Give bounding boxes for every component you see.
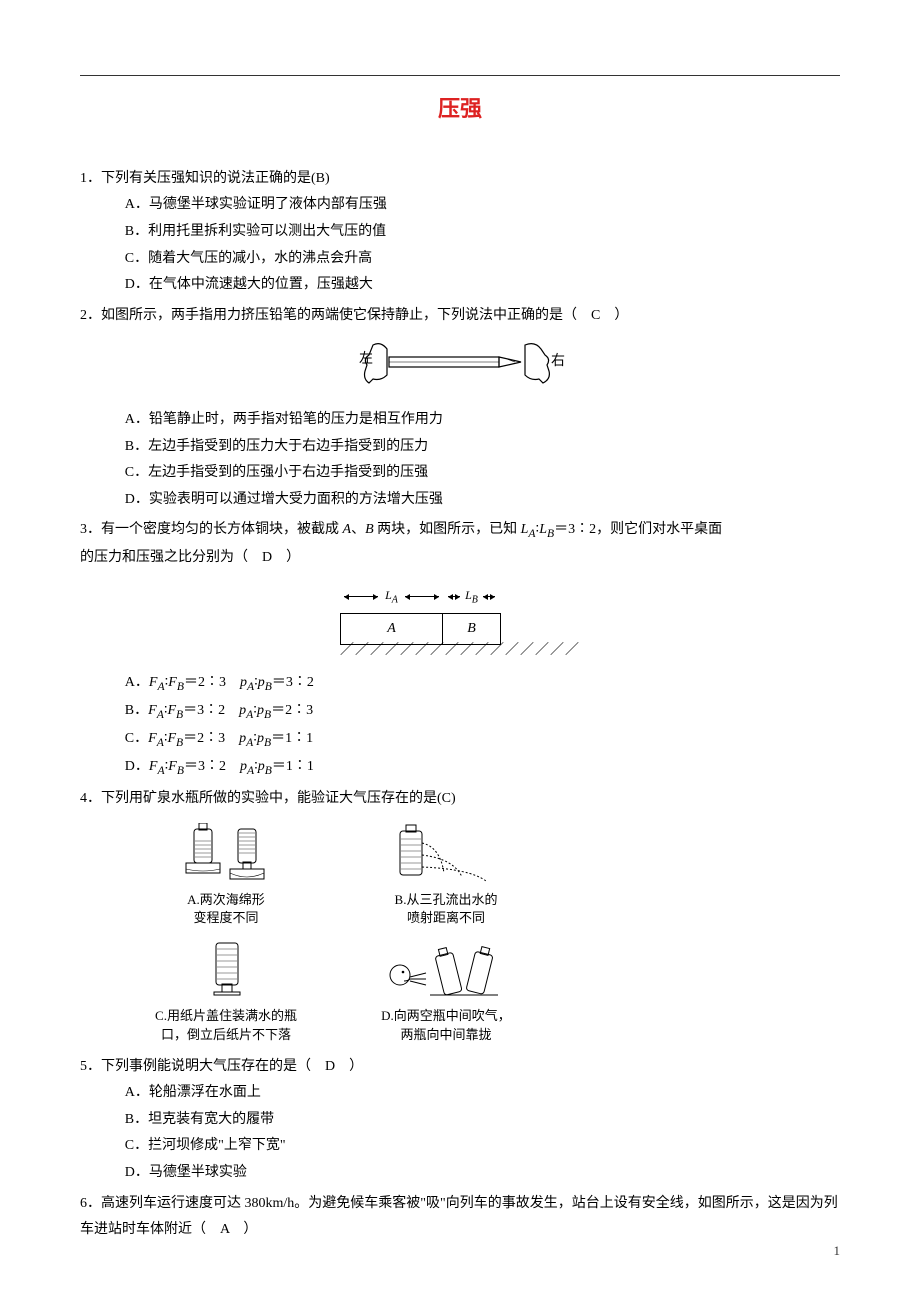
q2-option-a: A．铅笔静止时，两手指对铅笔的压力是相互作用力 [125, 407, 840, 434]
q3-stem-b: 、 [351, 522, 365, 537]
q1-option-c: C．随着大气压的减小，水的沸点会升高 [125, 246, 840, 273]
q1-option-b: B．利用托里拆利实验可以测出大气压的值 [125, 219, 840, 246]
document-title: 压强 [80, 88, 840, 130]
q3-stem-a: 3．有一个密度均匀的长方体铜块，被截成 [80, 522, 343, 537]
q5-stem: 5．下列事例能说明大气压存在的是（ D ） [80, 1054, 840, 1081]
q2-options: A．铅笔静止时，两手指对铅笔的压力是相互作用力 B．左边手指受到的压力大于右边手… [80, 407, 840, 513]
question-1: 1．下列有关压强知识的说法正确的是(B) A．马德堡半球实验证明了液体内部有压强… [80, 166, 840, 299]
three-hole-bottle-icon [386, 823, 506, 885]
q6-stem: 6．高速列车运行速度可达 380km/h。为避免候车乘客被"吸"向列车的事故发生… [80, 1191, 840, 1244]
left-label: 左 [359, 351, 373, 367]
q3-option-b: B．FA∶FB＝3∶2 pA∶pB＝2∶3 [80, 698, 840, 726]
q2-option-b: B．左边手指受到的压力大于右边手指受到的压力 [125, 434, 840, 461]
block-a-cell: A [341, 613, 443, 644]
q4-exp-b: B.从三孔流出水的 喷射距离不同 [346, 823, 546, 927]
sponge-bottle-icon [176, 823, 276, 885]
q5-option-a: A．轮船漂浮在水面上 [125, 1080, 840, 1107]
page: 压强 1．下列有关压强知识的说法正确的是(B) A．马德堡半球实验证明了液体内部… [0, 0, 920, 1288]
q5-option-d: D．马德堡半球实验 [125, 1160, 840, 1187]
q3-figure: LA LB A [80, 578, 840, 665]
q4-cap-a2: 变程度不同 [126, 909, 326, 927]
q5-option-b: B．坦克装有宽大的履带 [125, 1107, 840, 1134]
q4-exp-d: D.向两空瓶中间吹气， 两瓶向中间靠拢 [346, 939, 546, 1043]
q2-figure: 左 右 [80, 335, 840, 401]
q3-option-d: D．FA∶FB＝3∶2 pA∶pB＝1∶1 [80, 754, 840, 782]
blow-between-bottles-icon [386, 939, 506, 1001]
q3-option-c: C．FA∶FB＝2∶3 pA∶pB＝1∶1 [80, 726, 840, 754]
q2-stem: 2．如图所示，两手指用力挤压铅笔的两端使它保持静止，下列说法中正确的是（ C ） [80, 303, 840, 330]
q2-option-c: C．左边手指受到的压强小于右边手指受到的压强 [125, 460, 840, 487]
q4-cap-b2: 喷射距离不同 [346, 909, 546, 927]
q2-option-d: D．实验表明可以通过增大受力面积的方法增大压强 [125, 487, 840, 514]
q1-stem: 1．下列有关压强知识的说法正确的是(B) [80, 166, 840, 193]
top-rule [80, 75, 840, 76]
q4-stem: 4．下列用矿泉水瓶所做的实验中，能验证大气压存在的是(C) [80, 786, 840, 813]
ground-hatch-icon: ／／／／／／／／／／／／／／／／ [340, 645, 580, 655]
q1-options: A．马德堡半球实验证明了液体内部有压强 B．利用托里拆利实验可以测出大气压的值 … [80, 192, 840, 298]
question-2: 2．如图所示，两手指用力挤压铅笔的两端使它保持静止，下列说法中正确的是（ C ）… [80, 303, 840, 514]
question-6: 6．高速列车运行速度可达 380km/h。为避免候车乘客被"吸"向列车的事故发生… [80, 1191, 840, 1244]
q4-experiment-grid: A.两次海绵形 变程度不同 B.从三孔流出水的 [126, 823, 840, 1044]
q4-exp-a: A.两次海绵形 变程度不同 [126, 823, 326, 927]
q3-stem: 3．有一个密度均匀的长方体铜块，被截成 A、B 两块，如图所示，已知 LA∶LB… [80, 517, 840, 545]
q4-cap-d1: D.向两空瓶中间吹气， [346, 1007, 546, 1025]
q3-stem-d: ＝3∶2，则它们对水平桌面 [554, 522, 722, 537]
q4-cap-d2: 两瓶向中间靠拢 [346, 1026, 546, 1044]
q4-cap-c2: 口，倒立后纸片不下落 [126, 1026, 326, 1044]
q3-stem-c: 两块，如图所示，已知 [374, 522, 521, 537]
question-5: 5．下列事例能说明大气压存在的是（ D ） A．轮船漂浮在水面上 B．坦克装有宽… [80, 1054, 840, 1187]
q3-stem-line2: 的压力和压强之比分别为（ D ） [80, 545, 840, 572]
inverted-bottle-card-icon [196, 939, 256, 1001]
q5-options: A．轮船漂浮在水面上 B．坦克装有宽大的履带 C．拦河坝修成"上窄下宽" D．马… [80, 1080, 840, 1186]
right-label: 右 [551, 353, 565, 369]
q4-cap-c1: C.用纸片盖住装满水的瓶 [126, 1007, 326, 1025]
q4-exp-c: C.用纸片盖住装满水的瓶 口，倒立后纸片不下落 [126, 939, 326, 1043]
question-4: 4．下列用矿泉水瓶所做的实验中，能验证大气压存在的是(C) [80, 786, 840, 1043]
pencil-icon: 左 右 [355, 335, 565, 390]
q5-option-c: C．拦河坝修成"上窄下宽" [125, 1133, 840, 1160]
q1-option-d: D．在气体中流速越大的位置，压强越大 [125, 272, 840, 299]
q1-option-a: A．马德堡半球实验证明了液体内部有压强 [125, 192, 840, 219]
q3-option-a: A．FA∶FB＝2∶3 pA∶pB＝3∶2 [80, 670, 840, 698]
page-number: 1 [834, 1239, 841, 1264]
block-b-cell: B [443, 613, 501, 644]
q4-cap-a1: A.两次海绵形 [126, 891, 326, 909]
question-3: 3．有一个密度均匀的长方体铜块，被截成 A、B 两块，如图所示，已知 LA∶LB… [80, 517, 840, 782]
block-table: LA LB A [340, 582, 501, 645]
q4-cap-b1: B.从三孔流出水的 [346, 891, 546, 909]
